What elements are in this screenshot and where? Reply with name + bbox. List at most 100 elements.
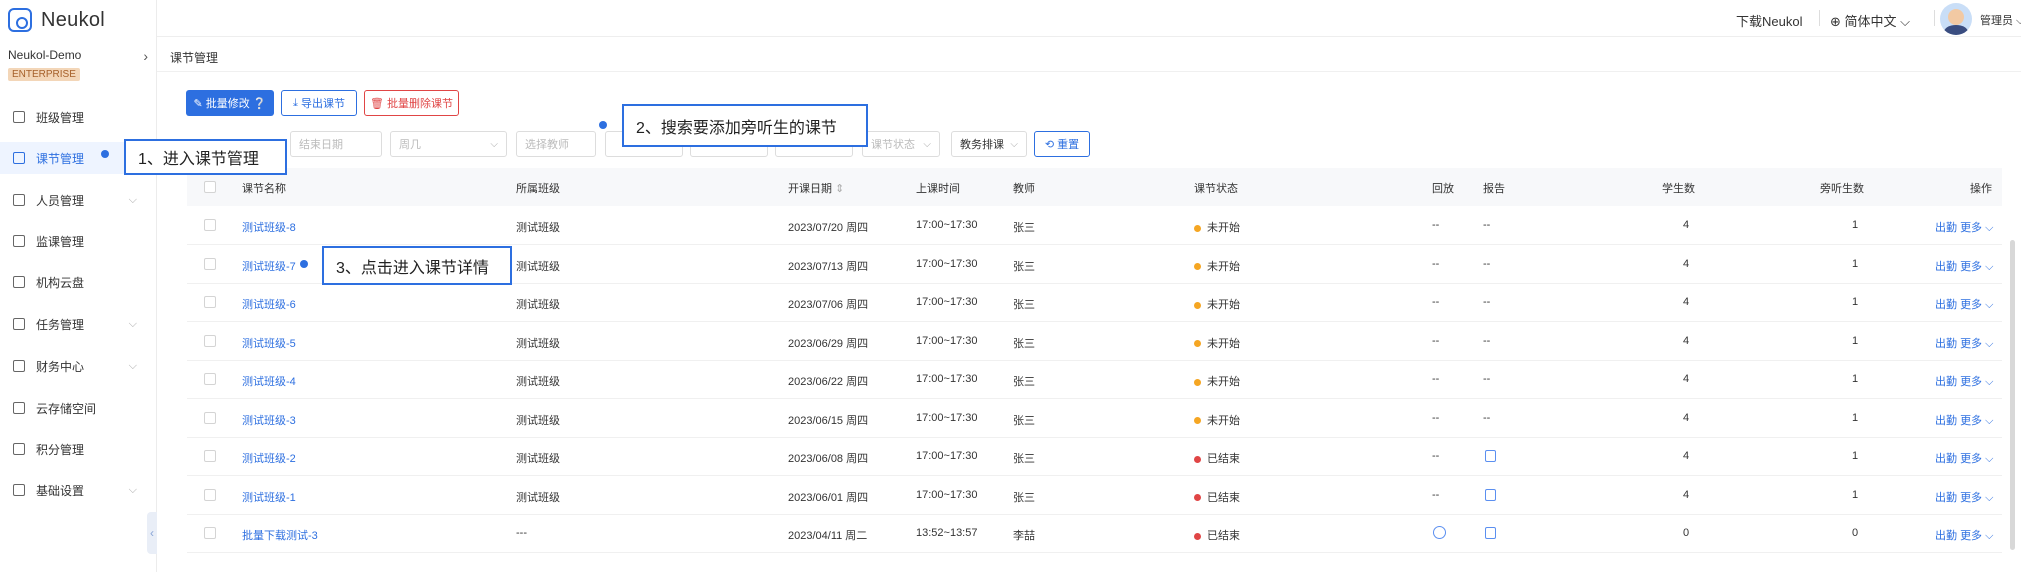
- logo[interactable]: Neukol: [8, 5, 105, 35]
- batch-delete-button[interactable]: 🗑 批量删除课节: [364, 90, 459, 116]
- callout-step2: 2、搜索要添加旁听生的课节: [622, 104, 868, 147]
- row-checkbox[interactable]: [204, 296, 216, 308]
- row-actions: 出勤 更多 ⌵: [1935, 412, 1993, 428]
- sidebar-item-label: 人员管理: [36, 193, 85, 208]
- row-checkbox[interactable]: [204, 411, 216, 424]
- more-link[interactable]: 更多 ⌵: [1960, 222, 1993, 234]
- attendance-link[interactable]: 出勤: [1935, 376, 1957, 388]
- more-link[interactable]: 更多 ⌵: [1960, 338, 1993, 350]
- lesson-name-link[interactable]: 测试班级-5: [242, 335, 296, 351]
- sidebar-item-storage[interactable]: 云存储空间: [0, 392, 157, 424]
- language-selector[interactable]: ⊕ 简体中文 ⌵: [1830, 11, 1910, 30]
- sidebar-item-finance[interactable]: 财务中心 ⌵: [0, 350, 157, 382]
- row-checkbox[interactable]: [204, 219, 216, 231]
- org-switcher[interactable]: Neukol-Demo ›: [8, 48, 148, 64]
- more-link[interactable]: 更多 ⌵: [1960, 299, 1993, 311]
- avatar[interactable]: [1940, 3, 1972, 35]
- row-checkbox[interactable]: [204, 450, 216, 462]
- status-cell: 已结束: [1194, 489, 1240, 505]
- chevron-down-icon: ⌵: [1985, 453, 1994, 465]
- lesson-name-link[interactable]: 批量下载测试-3: [242, 527, 318, 543]
- status-cell: 已结束: [1194, 450, 1240, 466]
- lesson-name-link[interactable]: 测试班级-7: [242, 258, 296, 274]
- time-cell: 17:00~17:30: [916, 257, 978, 270]
- reset-button[interactable]: ⟲ 重置: [1034, 131, 1090, 157]
- status-cell: 未开始: [1194, 373, 1240, 389]
- class-cell: 测试班级: [516, 453, 560, 465]
- attendance-link[interactable]: 出勤: [1935, 415, 1957, 427]
- header-date[interactable]: 开课日期 ⇕: [788, 180, 844, 196]
- weekday-select[interactable]: 周几 ⌵: [390, 131, 507, 157]
- row-checkbox[interactable]: [204, 257, 216, 270]
- status-dot: [1194, 263, 1201, 271]
- attendance-link[interactable]: 出勤: [1935, 338, 1957, 350]
- batch-edit-button[interactable]: ✎ 批量修改 ❔: [186, 90, 274, 116]
- row-checkbox[interactable]: [204, 373, 216, 385]
- sort-icon: ⇕: [835, 183, 845, 195]
- sort-select[interactable]: 教务排课 ⌵: [951, 131, 1027, 157]
- lesson-name-link[interactable]: 测试班级-3: [242, 412, 296, 428]
- scrollbar[interactable]: [2010, 240, 2015, 550]
- row-actions: 出勤 更多 ⌵: [1935, 527, 1993, 543]
- row-actions: 出勤 更多 ⌵: [1935, 258, 1993, 274]
- row-checkbox[interactable]: [204, 488, 216, 501]
- sidebar-item-monitor[interactable]: 监课管理: [0, 225, 157, 257]
- download-icon: ⤓: [293, 96, 301, 109]
- export-button[interactable]: ⤓ 导出课节: [281, 90, 357, 116]
- students-cell: 4: [1683, 219, 1690, 231]
- chevron-down-icon: ⌵: [128, 359, 137, 372]
- report-icon[interactable]: [1485, 527, 1496, 539]
- more-link[interactable]: 更多 ⌵: [1960, 415, 1993, 427]
- user-menu[interactable]: 管理员 ⌵: [1980, 12, 2021, 28]
- time-cell: 17:00~17:30: [916, 411, 978, 424]
- sidebar-item-classes[interactable]: 班级管理: [0, 101, 157, 133]
- trash-icon: 🗑: [369, 97, 388, 110]
- lesson-name-link[interactable]: 测试班级-4: [242, 373, 296, 389]
- status-text: 已结束: [1207, 530, 1240, 542]
- attendance-link[interactable]: 出勤: [1935, 453, 1957, 465]
- more-label: 更多: [1960, 491, 1983, 504]
- more-link[interactable]: 更多 ⌵: [1960, 261, 1993, 273]
- teacher-select[interactable]: 选择教师: [516, 131, 596, 157]
- tasks-icon: [13, 318, 25, 330]
- more-link[interactable]: 更多 ⌵: [1960, 530, 1993, 542]
- auditors-cell: 1: [1852, 257, 1859, 270]
- table-header: 课节名称 所属班级 开课日期 ⇕ 上课时间 教师 课节状态 回放 报告 学生数 …: [187, 168, 2002, 206]
- lesson-name-link[interactable]: 测试班级-2: [242, 450, 296, 466]
- attendance-link[interactable]: 出勤: [1935, 299, 1957, 311]
- report-icon[interactable]: [1485, 450, 1496, 462]
- sidebar-item-points[interactable]: 积分管理: [0, 433, 157, 465]
- attendance-link[interactable]: 出勤: [1935, 530, 1957, 542]
- collapse-sidebar-button[interactable]: ‹: [147, 512, 157, 554]
- chevron-down-icon: ⌵: [128, 483, 137, 496]
- status-cell: 未开始: [1194, 296, 1240, 312]
- header-date-label: 开课日期: [788, 183, 832, 195]
- lesson-name-link[interactable]: 测试班级-1: [242, 489, 296, 505]
- more-label: 更多: [1960, 260, 1983, 273]
- chevron-down-icon: ⌵: [1985, 222, 1994, 234]
- status-placeholder: 课节状态: [871, 139, 915, 151]
- select-all-checkbox[interactable]: [204, 181, 216, 193]
- refresh-icon: ⟲: [1044, 138, 1058, 151]
- end-date-filter[interactable]: 结束日期: [290, 131, 382, 157]
- row-checkbox[interactable]: [204, 334, 216, 347]
- sidebar-item-settings[interactable]: 基础设置 ⌵: [0, 474, 157, 506]
- cloud-disk-icon: [13, 276, 25, 288]
- download-link[interactable]: 下载Neukol: [1736, 11, 1802, 30]
- status-cell: 未开始: [1194, 412, 1240, 428]
- more-link[interactable]: 更多 ⌵: [1960, 453, 1993, 465]
- sidebar-item-people[interactable]: 人员管理 ⌵: [0, 184, 157, 216]
- status-select[interactable]: 课节状态 ⌵: [862, 131, 940, 157]
- row-checkbox[interactable]: [204, 527, 216, 539]
- attendance-link[interactable]: 出勤: [1935, 222, 1957, 234]
- attendance-link[interactable]: 出勤: [1935, 261, 1957, 273]
- sidebar-item-tasks[interactable]: 任务管理 ⌵: [0, 308, 157, 340]
- attendance-link[interactable]: 出勤: [1935, 492, 1957, 504]
- lesson-name-link[interactable]: 测试班级-6: [242, 296, 296, 312]
- more-link[interactable]: 更多 ⌵: [1960, 492, 1993, 504]
- report-icon[interactable]: [1485, 488, 1496, 501]
- replay-icon[interactable]: [1433, 526, 1446, 539]
- sidebar-item-cloud-disk[interactable]: 机构云盘: [0, 266, 157, 298]
- more-link[interactable]: 更多 ⌵: [1960, 376, 1993, 388]
- lesson-name-link[interactable]: 测试班级-8: [242, 219, 296, 235]
